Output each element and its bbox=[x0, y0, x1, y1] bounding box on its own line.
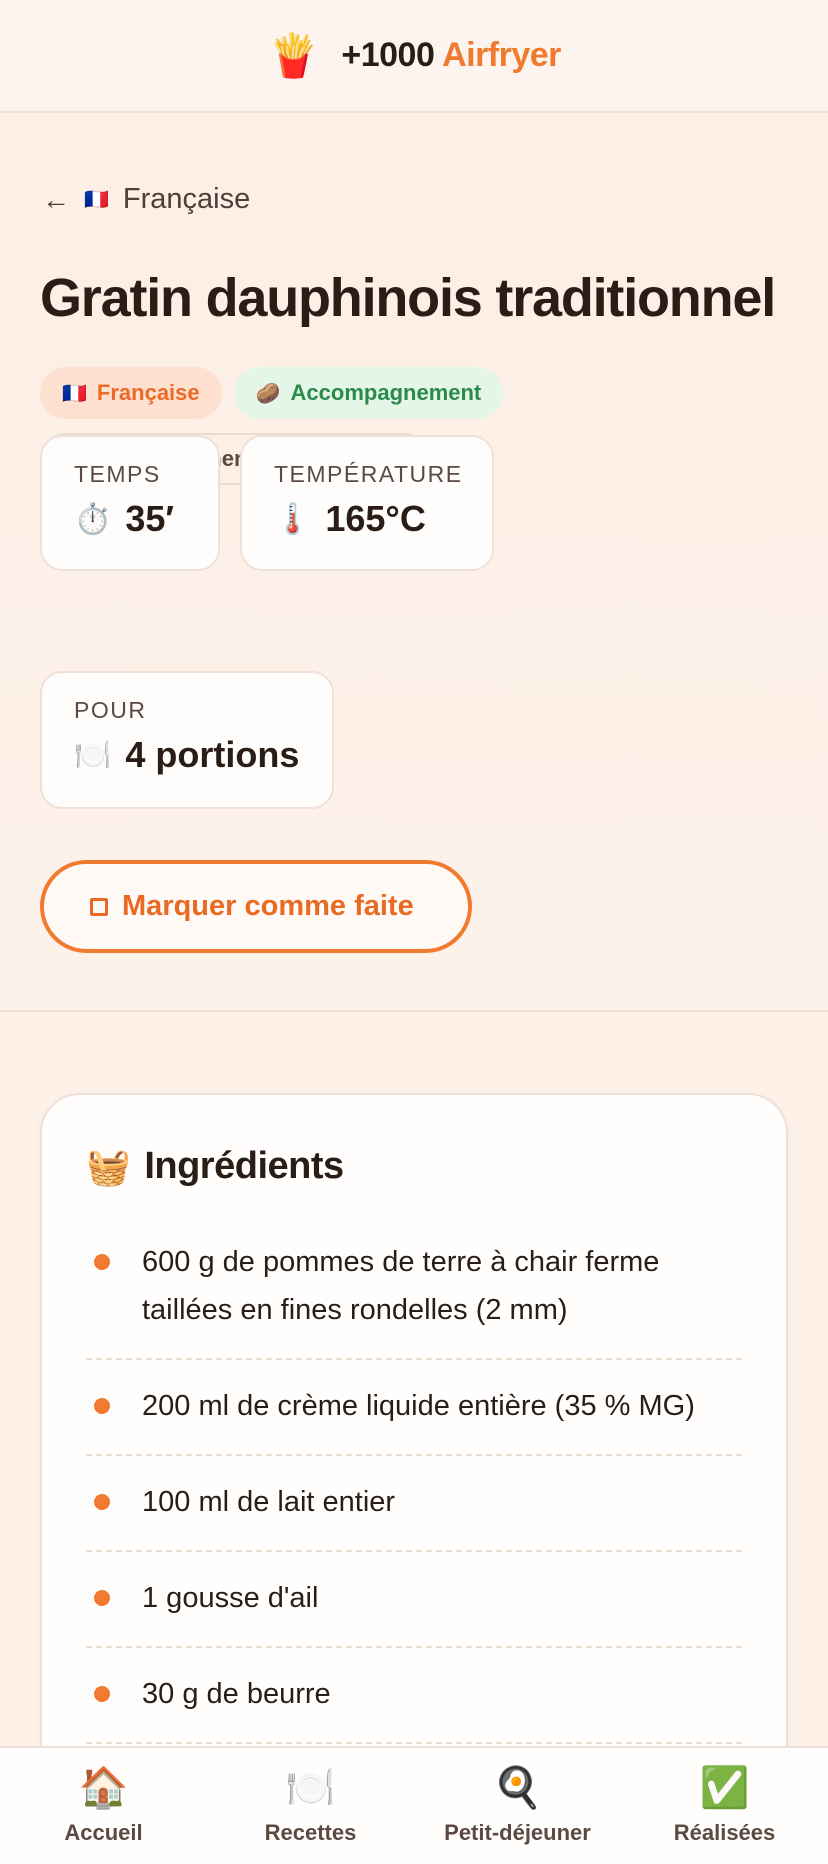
stat-temperature: TEMPÉRATURE 🌡️ 165°C bbox=[240, 435, 494, 571]
nav-label: Petit-déjeuner bbox=[444, 1820, 591, 1845]
ingredients-title: Ingrédients bbox=[144, 1145, 344, 1187]
back-link-label: Française bbox=[122, 183, 251, 215]
ingredient-text: 600 g de pommes de terre à chair ferme t… bbox=[142, 1246, 660, 1326]
house-icon: 🏠 bbox=[78, 1766, 129, 1810]
ingredient-item: 1 gousse d'ail bbox=[86, 1552, 742, 1648]
back-link[interactable]: ← 🇫🇷 Française bbox=[42, 183, 250, 216]
bottom-nav: 🏠 Accueil 🍽️ Recettes 🍳 Petit-déjeuner ✅… bbox=[0, 1746, 828, 1864]
back-arrow-icon: ← bbox=[42, 183, 70, 215]
stat-time-value: 35′ bbox=[125, 498, 175, 539]
ingredient-text: 200 ml de crème liquide entière (35 % MG… bbox=[142, 1390, 695, 1422]
tag-category[interactable]: 🥔 Accompagnement bbox=[233, 367, 504, 419]
ingredient-text: 30 g de beurre bbox=[142, 1678, 331, 1710]
ingredient-list: 600 g de pommes de terre à chair ferme t… bbox=[86, 1216, 742, 1744]
brand-main: +1000 bbox=[341, 36, 435, 74]
nav-item-petit-dejeuner[interactable]: 🍳 Petit-déjeuner bbox=[423, 1766, 613, 1846]
stat-time-label: TEMPS bbox=[74, 461, 161, 487]
ingredient-item: 100 ml de lait entier bbox=[86, 1456, 742, 1552]
stopwatch-icon: ⏱️ bbox=[74, 502, 112, 536]
recipe-hero: ← 🇫🇷 Française Gratin dauphinois traditi… bbox=[0, 115, 828, 1012]
stat-time: TEMPS ⏱️ 35′ bbox=[40, 435, 220, 571]
recipe-title: Gratin dauphinois traditionnel bbox=[40, 268, 776, 328]
mark-done-button[interactable]: Marquer comme faite bbox=[40, 860, 472, 953]
ingredient-text: 1 gousse d'ail bbox=[142, 1582, 319, 1614]
ingredient-item: 600 g de pommes de terre à chair ferme t… bbox=[86, 1216, 742, 1360]
ingredient-item: 30 g de beurre bbox=[86, 1648, 742, 1744]
ingredient-item: 200 ml de crème liquide entière (35 % MG… bbox=[86, 1360, 742, 1456]
stat-temperature-label: TEMPÉRATURE bbox=[274, 461, 463, 487]
stat-servings-value: 4 portions bbox=[125, 734, 300, 775]
stat-temperature-value: 165°C bbox=[325, 498, 426, 539]
ingredient-text: 100 ml de lait entier bbox=[142, 1486, 396, 1518]
bullet-icon bbox=[94, 1254, 110, 1270]
frying-pan-icon: 🍳 bbox=[492, 1766, 543, 1810]
plate-icon: 🍽️ bbox=[285, 1766, 336, 1810]
nav-label: Recettes bbox=[264, 1820, 357, 1845]
nav-label: Réalisées bbox=[673, 1820, 776, 1845]
checkmark-icon: ✅ bbox=[699, 1766, 750, 1810]
bullet-icon bbox=[94, 1398, 110, 1414]
checkbox-icon bbox=[90, 897, 108, 916]
nav-label: Accueil bbox=[64, 1820, 143, 1845]
tag-cuisine-label: Française bbox=[96, 380, 200, 405]
basket-icon: 🧺 bbox=[86, 1145, 131, 1187]
thermometer-icon: 🌡️ bbox=[274, 502, 312, 536]
nav-item-recettes[interactable]: 🍽️ Recettes bbox=[216, 1766, 406, 1846]
bullet-icon bbox=[94, 1590, 110, 1606]
bullet-icon bbox=[94, 1686, 110, 1702]
nav-item-accueil[interactable]: 🏠 Accueil bbox=[9, 1766, 199, 1846]
tag-category-label: Accompagnement bbox=[290, 380, 482, 405]
france-flag-icon: 🇫🇷 bbox=[84, 189, 109, 211]
potato-icon: 🥔 bbox=[255, 382, 281, 405]
ingredients-heading: 🧺 Ingrédients bbox=[86, 1145, 742, 1188]
tag-cuisine[interactable]: 🇫🇷 Française bbox=[40, 367, 222, 419]
stat-servings: POUR 🍽️ 4 portions bbox=[40, 671, 334, 809]
stat-servings-label: POUR bbox=[74, 697, 147, 723]
brand-accent: Airfryer bbox=[442, 36, 561, 74]
plate-icon: 🍽️ bbox=[74, 738, 112, 772]
bullet-icon bbox=[94, 1494, 110, 1510]
france-flag-icon: 🇫🇷 bbox=[62, 382, 87, 405]
fries-logo-icon: 🍟 bbox=[267, 31, 320, 79]
app-header: 🍟 +1000 Airfryer bbox=[0, 0, 828, 113]
brand-title[interactable]: +1000 Airfryer bbox=[341, 36, 561, 75]
nav-item-realisees[interactable]: ✅ Réalisées bbox=[630, 1766, 820, 1846]
mark-done-label: Marquer comme faite bbox=[122, 890, 414, 922]
